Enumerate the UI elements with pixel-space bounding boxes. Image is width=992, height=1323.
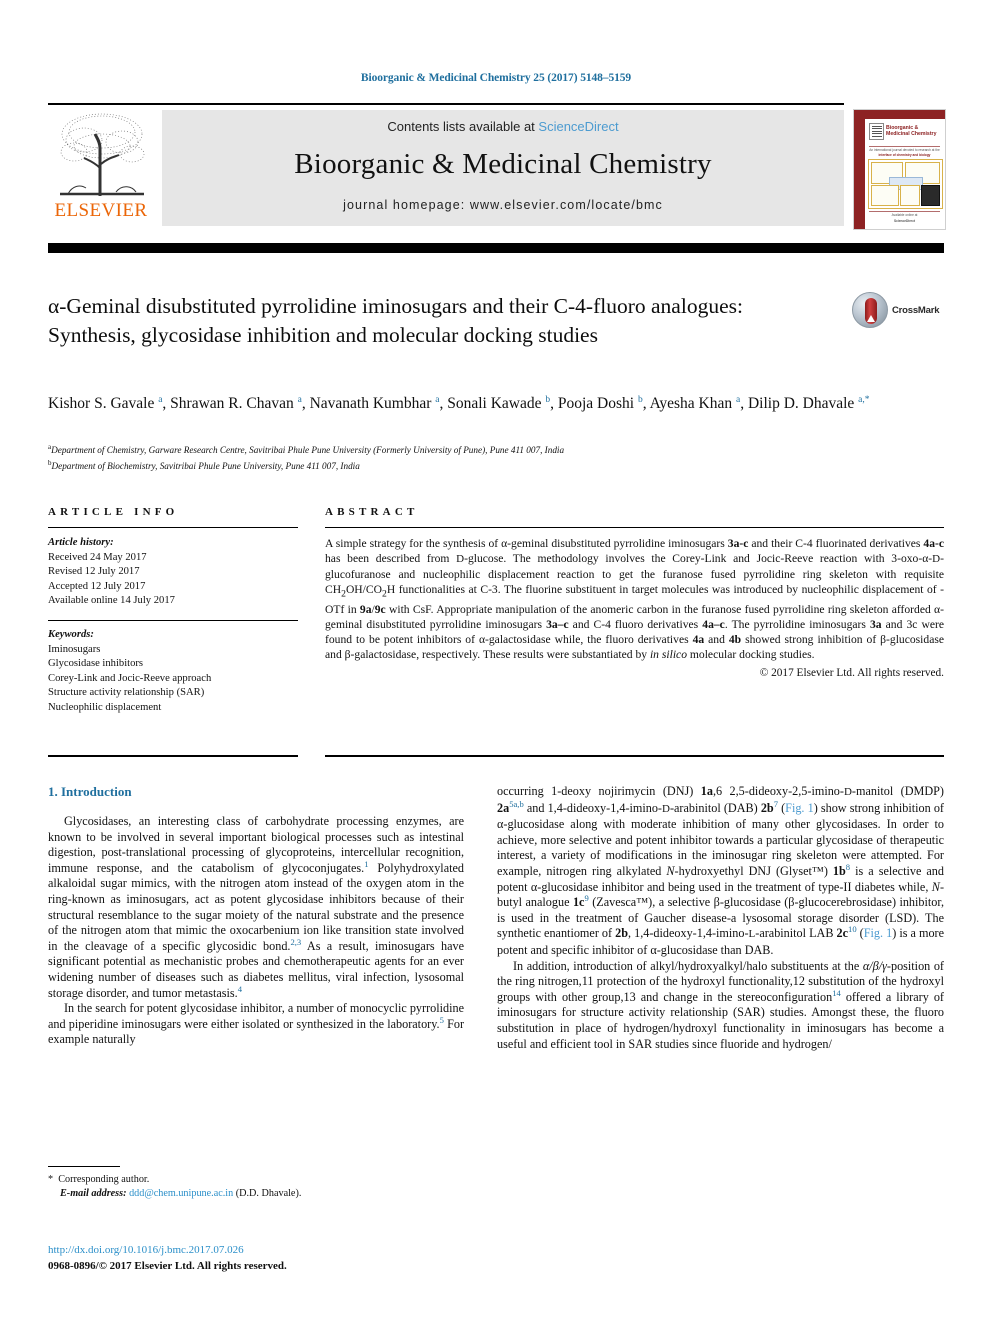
- crossmark-badge[interactable]: CrossMark: [852, 292, 948, 336]
- cover-cell-4: [900, 185, 920, 206]
- elsevier-wordmark: ELSEVIER: [54, 200, 148, 221]
- cover-subtitle: An international journal devoted to rese…: [869, 148, 940, 152]
- keyword-item: Nucleophilic displacement: [48, 701, 162, 713]
- intro-paragraph-2: In the search for potent glycosidase inh…: [48, 1001, 464, 1047]
- issn-copyright-line: 0968-0896/© 2017 Elsevier Ltd. All right…: [48, 1260, 287, 1272]
- affiliation-b: bDepartment of Biochemistry, Savitribai …: [48, 458, 360, 471]
- body-column-left: 1. Introduction Glycosidases, an interes…: [48, 784, 464, 1048]
- crossmark-arrow: [867, 315, 875, 322]
- keyword-item: Corey-Link and Jocic-Reeve approach: [48, 672, 212, 684]
- email-label: E-mail address:: [60, 1188, 127, 1200]
- footnote-block: * Corresponding author. E-mail address: …: [48, 1173, 468, 1201]
- cover-badge-icon: [869, 123, 884, 140]
- section-heading-introduction: 1. Introduction: [48, 784, 132, 799]
- abstract-rule: [325, 527, 944, 528]
- keywords-rule: [48, 619, 298, 621]
- email-link[interactable]: ddd@chem.unipune.ac.in: [129, 1188, 233, 1199]
- history-item: Accepted 12 July 2017: [48, 580, 146, 592]
- cover-spine: [854, 110, 865, 229]
- history-item: Available online 14 July 2017: [48, 595, 175, 607]
- author-list: Kishor S. Gavale a, Shrawan R. Chavan a,…: [48, 395, 870, 413]
- journal-title: Bioorganic & Medicinal Chemistry: [294, 148, 712, 180]
- body-column-right: occurring 1-deoxy nojirimycin (DNJ) 1a,6…: [497, 784, 944, 1052]
- cover-rule-2: [869, 211, 940, 212]
- journal-header: ELSEVIER Contents lists available at Sci…: [48, 106, 946, 230]
- crossmark-label: CrossMark: [892, 305, 940, 316]
- corresponding-author-note: * Corresponding author.: [48, 1174, 150, 1185]
- article-info-column: ARTICLE INFO Article history: Received 2…: [48, 506, 298, 716]
- crossmark-icon: [852, 292, 888, 328]
- affiliation-a: aDepartment of Chemistry, Garware Resear…: [48, 443, 565, 456]
- running-head: Bioorganic & Medicinal Chemistry 25 (201…: [360, 72, 632, 84]
- cover-footer-1: Available online at: [891, 213, 918, 217]
- header-black-band: [48, 243, 944, 253]
- contents-available-line: Contents lists available at ScienceDirec…: [162, 119, 844, 134]
- abstract-text: A simple strategy for the synthesis of α…: [325, 537, 945, 661]
- keyword-item: Iminosugars: [48, 643, 101, 655]
- cover-journal-title: Bioorganic & Medicinal Chemistry: [886, 125, 937, 138]
- affiliations: aDepartment of Chemistry, Garware Resear…: [48, 441, 948, 472]
- elsevier-logo: ELSEVIER: [48, 108, 154, 226]
- keyword-item: Glycosidase inhibitors: [48, 658, 144, 670]
- keywords-block: Keywords: Iminosugars Glycosidase inhibi…: [48, 628, 298, 716]
- header-top-rule: [48, 103, 844, 105]
- page-title: α-Geminal disubstituted pyrrolidine imin…: [48, 294, 743, 347]
- abstract-bottom-rule: [325, 755, 944, 757]
- article-info-heading: ARTICLE INFO: [48, 506, 179, 518]
- cover-topbar: [865, 110, 945, 119]
- corresponding-author-text: Corresponding author.: [58, 1174, 150, 1185]
- abstract-column: ABSTRACT A simple strategy for the synth…: [325, 506, 944, 679]
- keyword-item: Structure activity relationship (SAR): [48, 687, 205, 699]
- journal-banner: Contents lists available at ScienceDirec…: [162, 110, 844, 226]
- elsevier-tree-icon: [54, 108, 150, 200]
- cover-subtitle-2: interface of chemistry and biology: [878, 153, 931, 157]
- doi-link[interactable]: http://dx.doi.org/10.1016/j.bmc.2017.07.…: [48, 1243, 528, 1258]
- footnote-rule: [48, 1166, 120, 1168]
- cover-cell-3: [871, 185, 899, 206]
- abstract-heading: ABSTRACT: [325, 506, 419, 518]
- affiliation-a-text: Department of Chemistry, Garware Researc…: [51, 445, 565, 456]
- journal-cover-thumbnail[interactable]: Bioorganic & Medicinal Chemistry An inte…: [853, 109, 946, 230]
- email-note: E-mail address: ddd@chem.unipune.ac.in (…: [48, 1187, 468, 1201]
- email-owner: (D.D. Dhavale).: [235, 1188, 302, 1200]
- article-history: Article history: Received 24 May 2017 Re…: [48, 536, 298, 609]
- keywords-label: Keywords:: [48, 628, 94, 640]
- article-history-label: Article history:: [48, 537, 114, 548]
- contents-prefix: Contents lists available at: [387, 119, 539, 134]
- info-bottom-rule: [48, 755, 298, 757]
- cover-artwork-grid: [868, 159, 943, 209]
- affiliation-b-text: Department of Biochemistry, Savitribai P…: [51, 460, 360, 471]
- cover-footer-2: ScienceDirect: [893, 219, 916, 223]
- paper-page: Bioorganic & Medicinal Chemistry 25 (201…: [0, 0, 992, 1323]
- article-info-rule: [48, 527, 298, 528]
- intro-paragraph-1: Glycosidases, an interesting class of ca…: [48, 814, 464, 1000]
- abstract-copyright: © 2017 Elsevier Ltd. All rights reserved…: [759, 667, 944, 680]
- history-item: Revised 12 July 2017: [48, 566, 140, 578]
- sciencedirect-link[interactable]: ScienceDirect: [538, 119, 618, 134]
- history-item: Received 24 May 2017: [48, 551, 147, 563]
- intro-paragraph-4: In addition, introduction of alkyl/hydro…: [497, 958, 944, 1051]
- cover-rule-1: [869, 146, 940, 147]
- journal-homepage[interactable]: journal homepage: www.elsevier.com/locat…: [162, 198, 844, 212]
- intro-paragraph-3: occurring 1-deoxy nojirimycin (DNJ) 1a,6…: [497, 784, 944, 957]
- cover-cell-5: [921, 185, 940, 206]
